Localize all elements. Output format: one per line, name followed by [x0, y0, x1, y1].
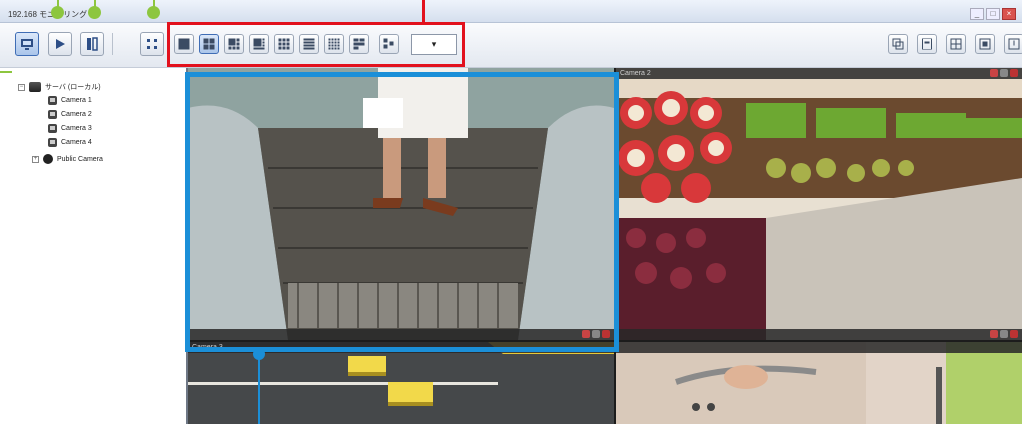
tile-status-bar	[616, 342, 1022, 353]
device-tree: − サーバ (ローカル) Camera 1 Camera 2 Camera 3 …	[0, 68, 188, 424]
camera-icon	[48, 124, 57, 133]
device-button[interactable]	[917, 34, 937, 54]
callout-marker	[88, 6, 101, 19]
parking-video-icon	[188, 342, 614, 424]
tile-controls	[990, 69, 1018, 77]
public-camera-icon	[43, 154, 53, 164]
record-icon[interactable]	[990, 330, 998, 338]
tile-footer-bar	[616, 329, 1022, 340]
window-title: 192.168 モニタリング	[8, 10, 88, 19]
expand-icon	[147, 39, 157, 49]
window-mode-button[interactable]	[888, 34, 908, 54]
selected-tile-highlight	[185, 72, 619, 352]
live-view-button[interactable]	[15, 32, 39, 56]
tree-camera-3[interactable]: Camera 3	[48, 124, 92, 133]
server-icon	[29, 82, 41, 92]
display-icon	[979, 38, 991, 50]
film-search-icon	[87, 37, 98, 51]
windows-icon	[892, 38, 904, 50]
callout-marker	[51, 6, 64, 19]
toolbar-separator	[112, 33, 113, 55]
camera-icon	[48, 110, 57, 119]
close-button[interactable]: ×	[1002, 8, 1016, 20]
close-icon[interactable]	[1010, 69, 1018, 77]
tree-public-camera-label: Public Camera	[57, 155, 103, 163]
tree-server-node[interactable]: − サーバ (ローカル)	[18, 82, 101, 92]
monitor-icon	[21, 39, 33, 50]
callout-line	[0, 71, 12, 73]
record-icon[interactable]	[990, 69, 998, 77]
tree-camera-4[interactable]: Camera 4	[48, 138, 92, 147]
minimize-button[interactable]: _	[970, 8, 984, 20]
play-icon	[56, 39, 65, 49]
video-tile-4[interactable]	[616, 342, 1022, 424]
tree-server-label: サーバ (ローカル)	[45, 84, 101, 91]
cart-video-icon	[616, 342, 1022, 424]
tree-camera-label: Camera 3	[61, 125, 92, 132]
search-playback-button[interactable]	[80, 32, 104, 56]
tree-public-camera[interactable]: + Public Camera	[32, 154, 103, 164]
layout-highlight-box	[167, 22, 465, 67]
tile-label: Camera 2	[620, 70, 651, 77]
snapshot-icon[interactable]	[1000, 69, 1008, 77]
snapshot-icon[interactable]	[1000, 330, 1008, 338]
display-settings-button[interactable]	[975, 34, 995, 54]
map-button[interactable]	[946, 34, 966, 54]
playback-button[interactable]	[48, 32, 72, 56]
produce-video-icon	[616, 68, 1022, 340]
camera-icon	[48, 138, 57, 147]
video-tile-3[interactable]: Camera 3	[188, 342, 614, 424]
tile-status-bar: Camera 2	[616, 68, 1022, 79]
callout-line	[258, 358, 260, 424]
fullscreen-button[interactable]	[140, 32, 164, 56]
tree-camera-2[interactable]: Camera 2	[48, 110, 92, 119]
callout-line	[422, 0, 425, 22]
power-icon	[1008, 38, 1020, 50]
tree-camera-label: Camera 4	[61, 139, 92, 146]
main-toolbar: ▾	[0, 23, 1022, 68]
tree-expand-icon[interactable]: +	[32, 155, 39, 163]
video-tile-2[interactable]: Camera 2	[616, 68, 1022, 340]
camera-icon	[48, 96, 57, 105]
tree-collapse-icon[interactable]: −	[18, 83, 25, 91]
tree-camera-label: Camera 2	[61, 111, 92, 118]
maximize-button[interactable]: □	[986, 8, 1000, 20]
grid-icon	[950, 38, 962, 50]
window-controls: _ □ ×	[970, 8, 1016, 20]
tree-camera-label: Camera 1	[61, 97, 92, 104]
close-icon[interactable]	[1010, 330, 1018, 338]
exit-button[interactable]	[1004, 34, 1022, 54]
tree-camera-1[interactable]: Camera 1	[48, 96, 92, 105]
callout-marker	[147, 6, 160, 19]
tile-controls	[990, 330, 1018, 338]
device-icon	[922, 38, 932, 50]
